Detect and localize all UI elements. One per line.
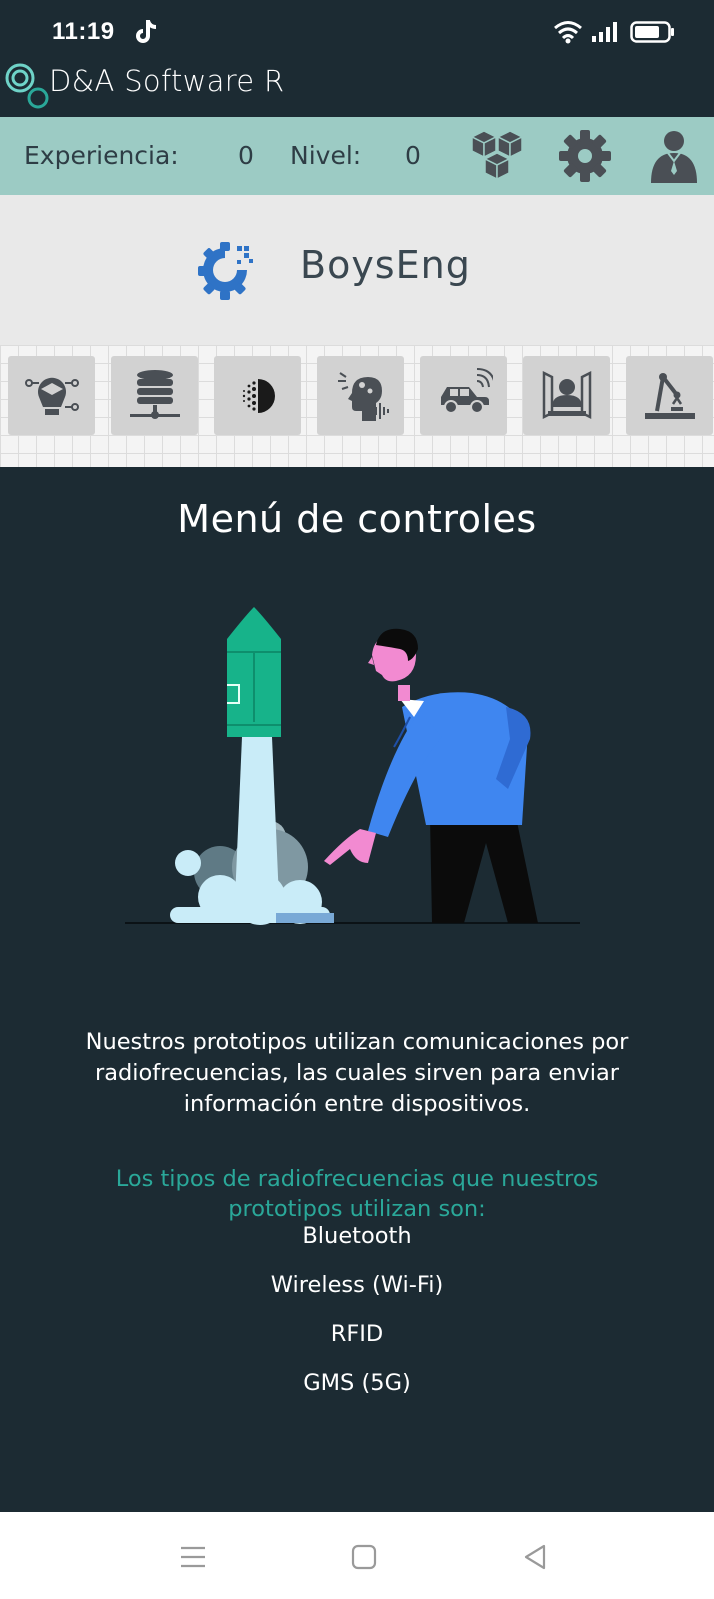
page-title: Menú de controles	[177, 497, 537, 541]
brand-gear-logo-icon	[198, 242, 253, 300]
experience-value: 0	[238, 141, 254, 170]
rf-type-item: Wireless (Wi-Fi)	[270, 1272, 444, 1298]
category-tile-vr-user[interactable]	[523, 356, 610, 435]
app-logo-icon	[5, 63, 49, 109]
user-profile-icon[interactable]	[645, 127, 703, 185]
system-navigation-bar	[0, 1512, 714, 1599]
home-button-icon[interactable]	[347, 1540, 381, 1574]
stats-bar: Experiencia: 0 Nivel: 0	[0, 117, 714, 195]
rocket-launch-illustration	[125, 607, 580, 925]
category-tile-ai-education[interactable]	[8, 356, 95, 435]
level-label: Nivel:	[290, 141, 362, 170]
settings-gear-icon[interactable]	[556, 127, 614, 185]
signal-icon	[592, 22, 617, 42]
rf-types-heading: Los tipos de radiofrecuencias que nuestr…	[115, 1166, 599, 1222]
brand-name: BoysEng	[300, 243, 471, 287]
rf-type-item: GMS (5G)	[303, 1370, 411, 1396]
ai-lightbulb-icon	[24, 377, 79, 415]
rf-type-item: Bluetooth	[302, 1223, 412, 1249]
back-button-icon[interactable]	[518, 1540, 552, 1574]
rf-type-item: RFID	[330, 1321, 384, 1347]
wifi-icon	[554, 21, 582, 44]
intro-paragraph: Nuestros prototipos utilizan comunicacio…	[85, 1029, 629, 1117]
recent-apps-menu-icon[interactable]	[176, 1540, 210, 1574]
battery-icon	[630, 21, 674, 43]
robot-arm-icon	[644, 372, 695, 419]
category-tile-database[interactable]	[111, 356, 198, 435]
contrast-halftone-icon	[242, 378, 275, 413]
vr-user-icon	[542, 370, 591, 419]
category-tile-contrast[interactable]	[214, 356, 301, 435]
category-tile-smart-car[interactable]	[420, 356, 507, 435]
blocks-icon[interactable]	[468, 127, 526, 185]
brand-section: BoysEng	[0, 195, 714, 345]
voice-ai-head-icon	[337, 371, 389, 421]
tiktok-icon	[136, 20, 157, 43]
category-icon-strip	[0, 345, 714, 467]
app-title: D&A Software R	[49, 64, 285, 98]
experience-label: Experiencia:	[24, 141, 179, 170]
status-bar: 11:19	[0, 0, 714, 64]
level-value: 0	[405, 141, 421, 170]
main-panel: Menú de controles Nuestros prototipos ut…	[0, 467, 714, 1512]
database-server-icon	[129, 369, 180, 419]
app-bar: D&A Software R	[0, 63, 714, 116]
status-time: 11:19	[52, 18, 115, 45]
connected-car-icon	[440, 367, 493, 414]
category-tile-robot-arm[interactable]	[626, 356, 713, 435]
category-tile-voice-ai[interactable]	[317, 356, 404, 435]
